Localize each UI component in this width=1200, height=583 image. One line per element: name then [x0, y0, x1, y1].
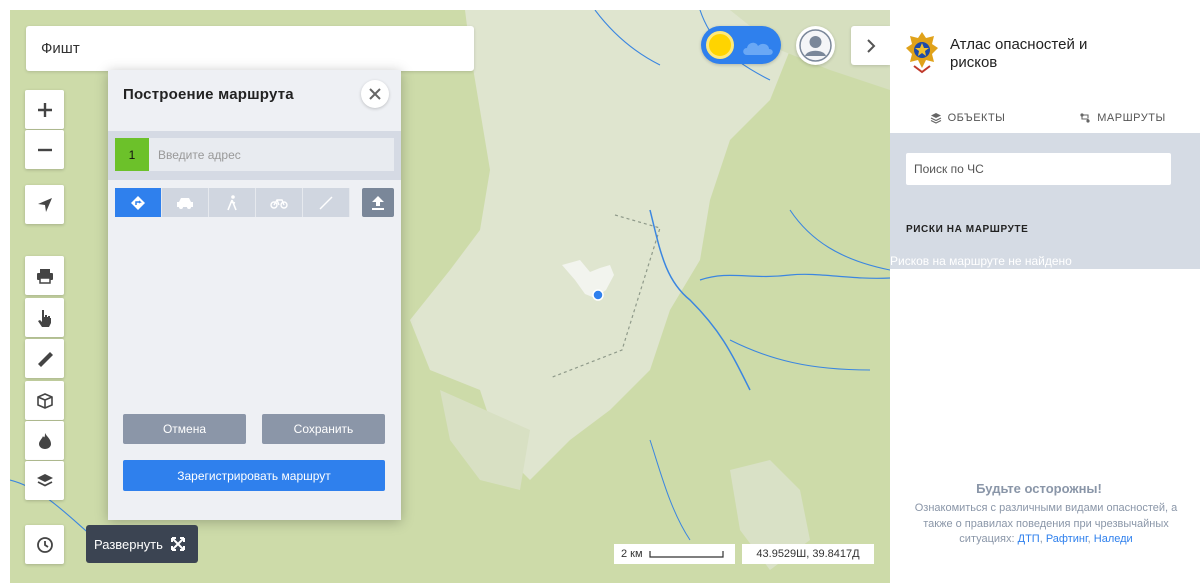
bike-icon	[270, 198, 288, 209]
mode-bike-button[interactable]	[256, 188, 303, 217]
link-dtp[interactable]: ДТП	[1018, 533, 1040, 545]
emergency-emblem-icon	[906, 32, 938, 74]
tab-routes-label: МАРШРУТЫ	[1097, 112, 1166, 124]
sun-icon	[706, 31, 734, 59]
line-icon	[319, 196, 333, 209]
travel-mode-bar	[115, 188, 350, 217]
ruler-button[interactable]	[25, 339, 64, 378]
print-button[interactable]	[25, 256, 64, 295]
link-rafting[interactable]: Рафтинг	[1046, 533, 1088, 545]
panel-collapse-button[interactable]	[851, 26, 890, 65]
history-button[interactable]	[25, 525, 64, 564]
walk-icon	[227, 194, 237, 210]
car-icon	[177, 197, 193, 209]
zoom-out-icon	[37, 148, 52, 151]
ruler-icon	[37, 351, 53, 367]
layers-button[interactable]	[25, 461, 64, 500]
pointer-button[interactable]	[25, 298, 64, 337]
print-icon	[36, 268, 53, 284]
fullscreen-icon	[170, 537, 185, 551]
user-icon	[799, 29, 832, 62]
tab-objects[interactable]: ОБЪЕКТЫ	[890, 104, 1045, 132]
route-icon	[1080, 113, 1090, 123]
caution-title: Будьте осторожны!	[976, 481, 1102, 496]
zoom-out-button[interactable]	[25, 130, 64, 169]
risks-empty-message: Рисков на маршруте не найдено	[890, 254, 1072, 268]
map-scale: 2 км	[614, 544, 735, 564]
point-number-badge: 1	[115, 138, 149, 171]
3d-button[interactable]	[25, 381, 64, 420]
cloud-icon	[743, 42, 773, 55]
map-search-input[interactable]: Фишт	[26, 26, 474, 71]
app-root: Фишт Построение маршрута 1 Введите адрес…	[0, 0, 1200, 583]
mode-walk-button[interactable]	[209, 188, 256, 217]
zoom-in-icon	[37, 102, 52, 117]
fire-icon	[38, 432, 51, 449]
layers-icon	[930, 113, 941, 124]
upload-button[interactable]	[362, 188, 394, 217]
tab-objects-label: ОБЪЕКТЫ	[947, 112, 1006, 124]
fire-button[interactable]	[25, 421, 64, 460]
cancel-button[interactable]: Отмена	[123, 414, 246, 444]
scale-label: 2 км	[621, 548, 643, 560]
tab-routes[interactable]: МАРШРУТЫ	[1045, 104, 1200, 132]
register-route-button[interactable]: Зарегистрировать маршрут	[123, 460, 385, 491]
close-icon	[369, 88, 381, 100]
dialog-close-button[interactable]	[361, 80, 389, 108]
locate-icon	[37, 197, 52, 212]
expand-label: Развернуть	[94, 536, 163, 552]
mode-route-button[interactable]	[115, 188, 162, 217]
map-coordinates: 43.9529Ш, 39.8417Д	[742, 544, 874, 564]
risks-heading: РИСКИ НА МАРШРУТЕ	[906, 224, 1029, 235]
emergency-search-input[interactable]: Поиск по ЧС	[906, 153, 1171, 185]
side-panel: Атлас опасностей и рисков ОБЪЕКТЫ МАРШРУ…	[890, 0, 1200, 583]
theme-toggle[interactable]	[701, 26, 781, 64]
scale-bar	[648, 551, 724, 558]
mode-car-button[interactable]	[162, 188, 209, 217]
panel-title: Атлас опасностей и рисков	[950, 36, 1088, 71]
caution-text: Ознакомиться с различными видами опаснос…	[914, 502, 1178, 545]
zoom-in-button[interactable]	[25, 90, 64, 129]
link-icing[interactable]: Наледи	[1094, 533, 1133, 545]
panel-tabs: ОБЪЕКТЫ МАРШРУТЫ	[890, 104, 1200, 132]
route-dialog: Построение маршрута 1 Введите адрес Отме…	[108, 70, 401, 520]
mode-line-button[interactable]	[303, 188, 350, 217]
expand-button[interactable]: Развернуть	[86, 525, 198, 563]
risks-section: Поиск по ЧС РИСКИ НА МАРШРУТЕ Рисков на …	[890, 133, 1200, 269]
locate-button[interactable]	[25, 185, 64, 224]
route-dialog-title: Построение маршрута	[123, 86, 294, 103]
pointer-icon	[37, 309, 51, 327]
history-icon	[36, 536, 53, 553]
address-input[interactable]: Введите адрес	[149, 138, 394, 171]
3d-box-icon	[36, 392, 53, 409]
user-avatar[interactable]	[796, 26, 835, 65]
route-icon	[131, 195, 145, 210]
save-button[interactable]: Сохранить	[262, 414, 385, 444]
chevron-right-icon	[866, 38, 875, 53]
layers-icon	[36, 473, 53, 487]
upload-icon	[372, 195, 384, 210]
